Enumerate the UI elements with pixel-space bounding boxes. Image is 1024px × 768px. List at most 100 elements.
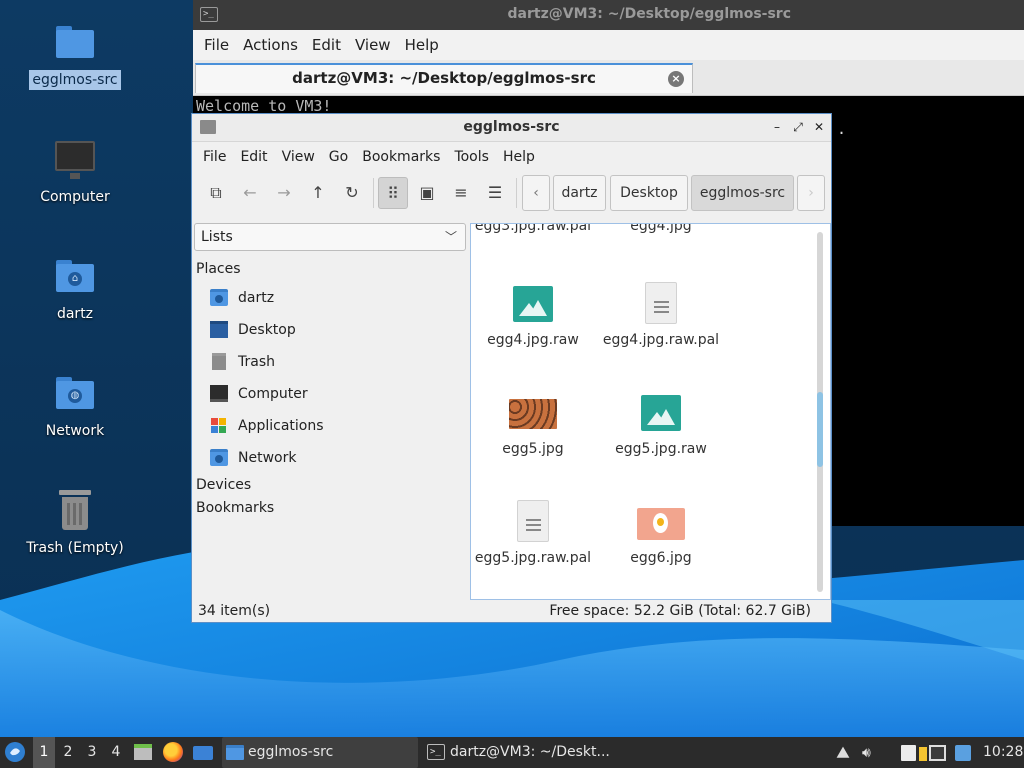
icon-view-icon[interactable]: ⠿	[378, 177, 408, 209]
desktop-icon-network[interactable]: ◍ Network	[20, 371, 130, 441]
desktop-icon-computer[interactable]: Computer	[20, 137, 130, 207]
folder-icon	[226, 745, 244, 760]
trash-icon	[212, 353, 226, 370]
image-file-icon	[513, 286, 553, 322]
home-folder-icon	[210, 289, 228, 306]
place-computer[interactable]: Computer	[208, 380, 448, 408]
close-icon[interactable]: ✕	[811, 119, 827, 135]
reload-icon[interactable]: ↻	[337, 177, 367, 209]
clock[interactable]: 10:28	[983, 737, 1023, 768]
file-item[interactable]: egg5.jpg	[471, 391, 598, 457]
text-file-icon	[517, 500, 549, 542]
file-manager-launcher-icon[interactable]	[134, 737, 156, 768]
file-item[interactable]: egg5.jpg.raw.pal	[471, 500, 598, 566]
thumbnail-view-icon[interactable]: ▣	[412, 177, 442, 209]
fm-menu-bookmarks[interactable]: Bookmarks	[355, 149, 447, 165]
new-tab-icon[interactable]: ⧉	[201, 177, 231, 209]
file-manager-toolbar: ⧉ ← → ↑ ↻ ⠿ ▣ ≡ ☰ ‹ dartz Desktop egglmo…	[192, 172, 831, 216]
file-item[interactable]: egg4.jpg	[596, 223, 726, 234]
place-network[interactable]: Network	[208, 444, 448, 472]
fm-menu-tools[interactable]: Tools	[447, 149, 496, 165]
breadcrumb-scroll-right-icon[interactable]: ›	[797, 175, 825, 211]
update-notifier-icon[interactable]	[955, 745, 971, 761]
fm-menu-file[interactable]: File	[196, 149, 233, 165]
terminal-menu-help[interactable]: Help	[398, 36, 446, 54]
file-name: egg4.jpg	[630, 223, 692, 234]
desktop-icon	[210, 321, 228, 338]
places-heading[interactable]: Places	[196, 261, 241, 277]
place-dartz[interactable]: dartz	[208, 284, 448, 312]
terminal-menu-actions[interactable]: Actions	[236, 36, 305, 54]
scrollbar-thumb[interactable]	[817, 392, 823, 467]
bookmarks-heading[interactable]: Bookmarks	[196, 500, 274, 516]
network-status-icon[interactable]	[929, 745, 946, 761]
terminal-tab[interactable]: dartz@VM3: ~/Desktop/egglmos-src ×	[195, 63, 693, 93]
notes-icon[interactable]	[919, 747, 927, 761]
up-arrow-icon[interactable]: ↑	[303, 177, 333, 209]
start-menu-icon[interactable]	[4, 737, 28, 768]
vertical-scrollbar[interactable]	[817, 232, 823, 592]
breadcrumb-dartz[interactable]: dartz	[553, 175, 606, 211]
desktop-icon-dartz[interactable]: ⌂ dartz	[20, 254, 130, 324]
clipboard-icon[interactable]	[901, 745, 916, 761]
desktop-icon-label: dartz	[56, 306, 94, 322]
folder-icon	[56, 26, 94, 58]
desktop-icon-trash[interactable]: Trash (Empty)	[20, 488, 130, 558]
terminal-icon: >_	[200, 7, 218, 22]
network-icon	[210, 449, 228, 466]
place-label: Trash	[238, 354, 275, 370]
desktop-icon-label: Trash (Empty)	[26, 540, 124, 556]
file-item[interactable]: egg6.jpg	[596, 500, 726, 566]
workspace-1[interactable]: 1	[33, 737, 55, 768]
file-item[interactable]: egg3.jpg.raw.pal	[471, 224, 598, 234]
maximize-icon[interactable]: ⤢	[790, 119, 806, 135]
terminal-menu-edit[interactable]: Edit	[305, 36, 348, 54]
place-trash[interactable]: Trash	[208, 348, 448, 376]
back-arrow-icon[interactable]: ←	[235, 177, 265, 209]
place-desktop[interactable]: Desktop	[208, 316, 448, 344]
detailed-list-view-icon[interactable]: ☰	[480, 177, 510, 209]
file-manager-window[interactable]: egglmos-src – ⤢ ✕ File Edit View Go Book…	[191, 113, 832, 623]
file-item[interactable]: egg5.jpg.raw	[596, 391, 726, 457]
file-manager-menubar: File Edit View Go Bookmarks Tools Help	[192, 142, 831, 172]
file-item[interactable]: egg4.jpg.raw.pal	[596, 282, 726, 348]
minimize-icon[interactable]: –	[769, 119, 785, 135]
breadcrumb-egglmos-src[interactable]: egglmos-src	[691, 175, 794, 211]
computer-icon	[55, 141, 95, 179]
file-icon-view[interactable]: egg3.jpg.raw.pal egg4.jpg egg4.jpg.raw e…	[470, 223, 831, 600]
terminal-menu-file[interactable]: File	[197, 36, 236, 54]
fm-menu-edit[interactable]: Edit	[233, 149, 274, 165]
toolbar-separator	[373, 178, 374, 208]
applications-icon	[210, 417, 228, 434]
side-pane: Lists ﹀ Places dartz Desktop Trash Compu…	[192, 218, 468, 602]
place-applications[interactable]: Applications	[208, 412, 448, 440]
task-terminal[interactable]: >_ dartz@VM3: ~/Deskt...	[423, 737, 623, 768]
tray-expand-icon[interactable]	[836, 746, 850, 758]
desktop-icon-egglmos-src[interactable]: egglmos-src	[20, 20, 130, 90]
show-desktop-icon[interactable]	[193, 737, 215, 768]
volume-icon[interactable]: 🔊︎	[862, 745, 882, 761]
workspace-2[interactable]: 2	[57, 737, 79, 768]
terminal-menu-view[interactable]: View	[348, 36, 398, 54]
home-folder-icon: ⌂	[56, 260, 94, 292]
file-item[interactable]: egg4.jpg.raw	[471, 282, 598, 348]
taskbar: 1 2 3 4 egglmos-src >_ dartz@VM3: ~/Desk…	[0, 737, 1024, 768]
forward-arrow-icon[interactable]: →	[269, 177, 299, 209]
breadcrumb-scroll-left-icon[interactable]: ‹	[522, 175, 550, 211]
workspace-4[interactable]: 4	[105, 737, 127, 768]
fm-menu-help[interactable]: Help	[496, 149, 542, 165]
close-tab-icon[interactable]: ×	[668, 71, 684, 87]
workspace-3[interactable]: 3	[81, 737, 103, 768]
breadcrumb-desktop[interactable]: Desktop	[610, 175, 688, 211]
firefox-icon[interactable]	[163, 737, 187, 768]
compact-view-icon[interactable]: ≡	[446, 177, 476, 209]
computer-icon	[210, 385, 228, 402]
terminal-titlebar[interactable]: >_ dartz@VM3: ~/Desktop/egglmos-src	[193, 0, 1024, 30]
devices-heading[interactable]: Devices	[196, 477, 251, 493]
fm-menu-go[interactable]: Go	[322, 149, 355, 165]
file-manager-titlebar[interactable]: egglmos-src – ⤢ ✕	[192, 114, 831, 142]
side-pane-mode-select[interactable]: Lists ﹀	[194, 223, 466, 251]
fm-menu-view[interactable]: View	[275, 149, 322, 165]
task-file-manager[interactable]: egglmos-src	[222, 737, 418, 768]
trash-icon	[59, 490, 91, 530]
